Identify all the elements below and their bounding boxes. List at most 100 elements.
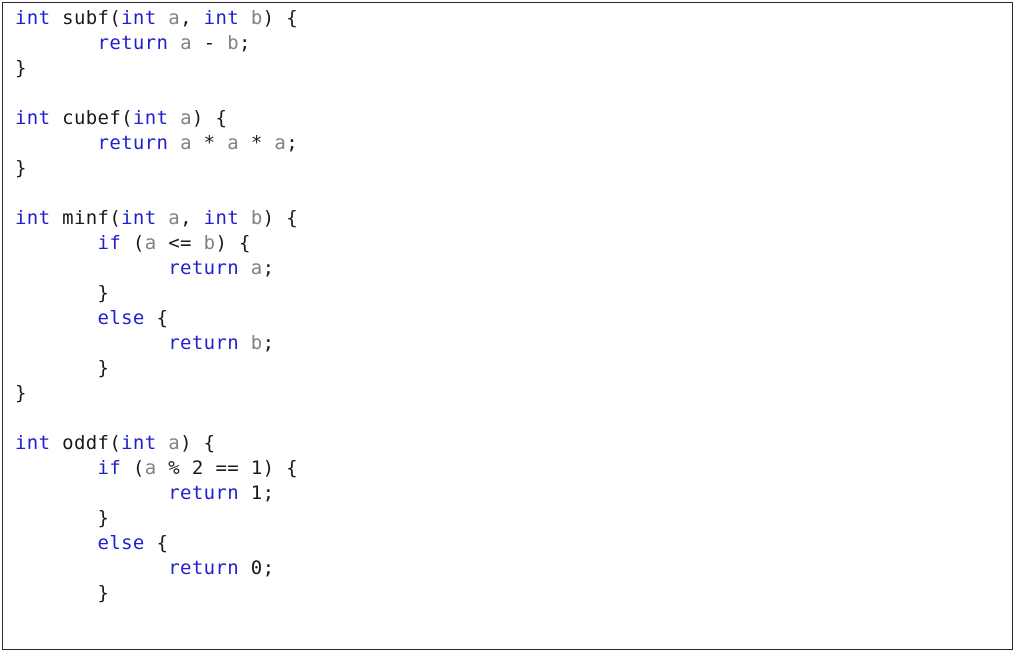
code-token: - bbox=[191, 32, 228, 54]
code-line: else { bbox=[15, 306, 298, 331]
code-line: if (a <= b) { bbox=[15, 231, 298, 256]
code-token: { bbox=[144, 532, 169, 554]
code-token: ) { bbox=[262, 457, 298, 479]
code-token: } bbox=[15, 57, 27, 79]
code-token: if bbox=[97, 457, 122, 479]
code-line: int oddf(int a) { bbox=[15, 431, 298, 456]
code-token: 1 bbox=[250, 482, 263, 504]
code-token: , bbox=[180, 207, 204, 229]
code-line: } bbox=[15, 381, 298, 406]
code-token: int bbox=[132, 107, 169, 129]
code-token: } bbox=[15, 157, 27, 179]
code-line: } bbox=[15, 581, 298, 606]
code-token: } bbox=[15, 357, 110, 379]
code-token: ) { bbox=[191, 107, 228, 129]
code-token: a bbox=[180, 132, 192, 154]
code-listing-frame: int subf(int a, int b) { return a - b;} … bbox=[2, 2, 1013, 650]
code-token: 2 bbox=[191, 457, 204, 479]
code-token: } bbox=[15, 382, 27, 404]
code-token: * bbox=[239, 132, 275, 154]
code-token: return bbox=[97, 132, 169, 154]
code-token: ( bbox=[121, 107, 133, 129]
code-token: ; bbox=[286, 132, 298, 154]
code-token: b bbox=[227, 32, 240, 54]
code-line: } bbox=[15, 56, 298, 81]
code-token: ( bbox=[121, 457, 145, 479]
code-token: int bbox=[15, 7, 51, 29]
code-token: == bbox=[203, 457, 251, 479]
code-token: b bbox=[203, 232, 216, 254]
code-token: ; bbox=[262, 557, 275, 579]
code-token: * bbox=[191, 132, 228, 154]
code-token: 0 bbox=[250, 557, 263, 579]
code-token: ) { bbox=[262, 207, 299, 229]
code-token: int bbox=[203, 7, 240, 29]
code-token: a bbox=[180, 32, 192, 54]
code-token: a bbox=[144, 457, 157, 479]
code-token: int bbox=[15, 107, 51, 129]
code-line: int minf(int a, int b) { bbox=[15, 206, 298, 231]
code-token: ) { bbox=[262, 7, 299, 29]
code-token: a bbox=[168, 7, 181, 29]
code-token: ( bbox=[109, 432, 122, 454]
code-line: int cubef(int a) { bbox=[15, 106, 298, 131]
code-token: int bbox=[121, 207, 157, 229]
code-token: a bbox=[274, 132, 287, 154]
code-token: cubef bbox=[62, 107, 122, 129]
code-line: return b; bbox=[15, 331, 298, 356]
code-token: else bbox=[97, 307, 145, 329]
code-token: return bbox=[168, 257, 239, 279]
code-token: ( bbox=[109, 207, 122, 229]
code-token: b bbox=[250, 207, 263, 229]
code-token: <= bbox=[156, 232, 204, 254]
code-token: } bbox=[15, 282, 110, 304]
source-code-block: int subf(int a, int b) { return a - b;} … bbox=[15, 6, 298, 606]
code-line: } bbox=[15, 356, 298, 381]
code-line: return 1; bbox=[15, 481, 298, 506]
code-token: return bbox=[168, 332, 239, 354]
code-token: 1 bbox=[250, 457, 263, 479]
code-line: } bbox=[15, 156, 298, 181]
code-token: b bbox=[250, 7, 263, 29]
code-line: } bbox=[15, 281, 298, 306]
code-token: ( bbox=[121, 232, 145, 254]
code-token: % bbox=[156, 457, 192, 479]
code-line: return a - b; bbox=[15, 31, 298, 56]
code-token: return bbox=[97, 32, 169, 54]
code-line: } bbox=[15, 506, 298, 531]
code-line: return 0; bbox=[15, 556, 298, 581]
code-token: a bbox=[250, 257, 263, 279]
code-token: a bbox=[180, 107, 192, 129]
code-token: ; bbox=[262, 332, 275, 354]
code-token: ) { bbox=[215, 232, 251, 254]
code-token: int bbox=[15, 207, 51, 229]
code-line: return a * a * a; bbox=[15, 131, 298, 156]
code-token: } bbox=[15, 582, 110, 604]
code-token: } bbox=[15, 507, 110, 529]
code-token: { bbox=[144, 307, 169, 329]
code-token: minf bbox=[62, 207, 110, 229]
